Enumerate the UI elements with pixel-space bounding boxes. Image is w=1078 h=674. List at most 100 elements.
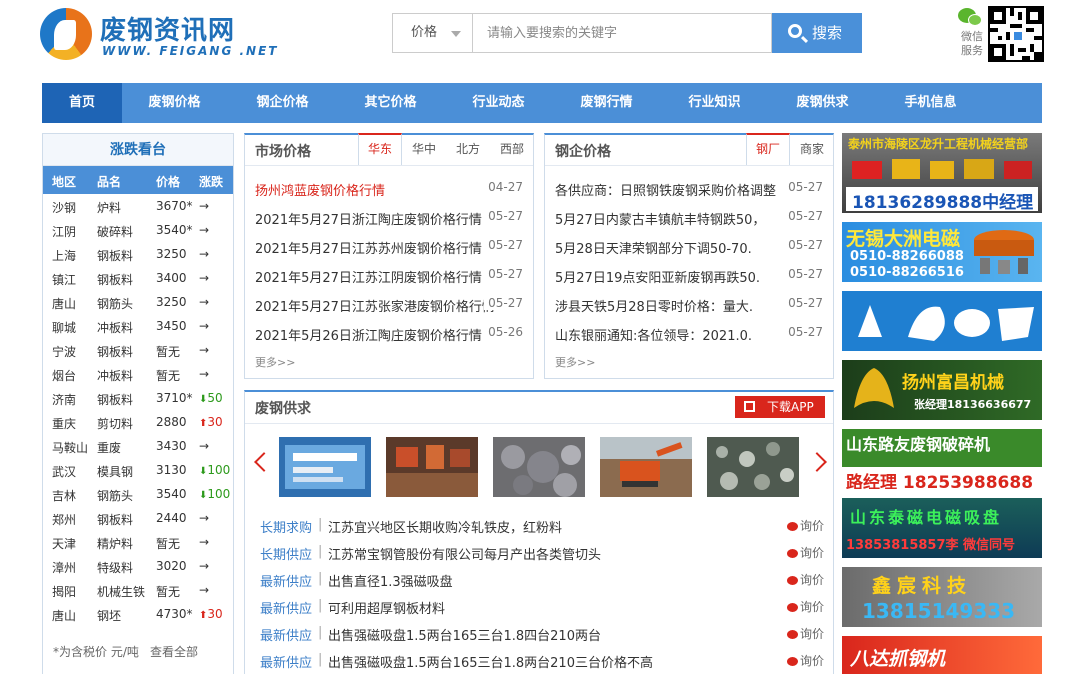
supply-row[interactable]: 长期供应 | 江苏常宝钢管股份有限公司每月产出各类管切头 询价 [260,541,824,565]
mill-news-item[interactable]: 5月27日19点安阳亚新废钢再跌50. 05-27 [555,265,823,287]
trend-row[interactable]: 吉林 钢筋头 3540 ⬇100 [43,482,233,506]
trend-row[interactable]: 济南 钢板料 3710* ⬇50 [43,386,233,410]
carousel-image[interactable] [707,437,799,497]
ad-banner-bada[interactable]: 八达抓钢机 [842,636,1042,674]
trend-name: 重废 [97,441,122,455]
tab-mills[interactable]: 钢厂 [746,133,790,165]
ad-banner-longsheng[interactable]: 泰州市海陵区龙升工程机械经营部 18136289888中经理 [842,133,1042,213]
trend-area: 唐山 [52,297,77,311]
search-button[interactable]: 搜索 [772,13,862,53]
inquiry-link[interactable]: 询价 [786,571,824,588]
ad-banner-fuchang[interactable]: 扬州富昌机械 张经理18136636677 [842,360,1042,420]
tab-central-china[interactable]: 华中 [402,135,446,165]
trend-area: 济南 [52,393,77,407]
ad-title: 山东泰磁电磁吸盘 [850,508,1003,527]
trend-row[interactable]: 天津 精炉料 暂无 → [43,530,233,554]
carousel-image[interactable] [279,437,371,497]
trend-row[interactable]: 重庆 剪切料 2880 ⬆30 [43,410,233,434]
trend-row[interactable]: 郑州 钢板料 2440 → [43,506,233,530]
ad-title: 扬州富昌机械 [902,373,1004,393]
nav-item-supply[interactable]: 废钢供求 [785,83,860,123]
news-date: 05-27 [784,209,823,223]
mill-more-link[interactable]: 更多>> [555,354,595,370]
nav-item-other-price[interactable]: 其它价格 [353,83,428,123]
tab-west[interactable]: 西部 [490,135,534,165]
ad-title: 泰州市海陵区龙升工程机械经营部 [848,137,1029,151]
trend-row[interactable]: 马鞍山 重废 3430 → [43,434,233,458]
trend-row[interactable]: 漳州 特级料 3020 → [43,554,233,578]
supply-row[interactable]: 最新供应 | 出售直径1.3强磁吸盘 询价 [260,568,824,592]
ad-banner-xinchen[interactable]: 鑫宸科技 13815149333 [842,567,1042,627]
ad-banner-grab[interactable] [842,291,1042,351]
nav-item-market[interactable]: 废钢行情 [569,83,644,123]
tab-merchants[interactable]: 商家 [790,135,834,165]
mill-news-item[interactable]: 山东银丽通知:各位领导：2021.0. 05-27 [555,323,823,345]
nav-item-mobile[interactable]: 手机信息 [893,83,968,123]
tab-north[interactable]: 北方 [446,135,490,165]
inquiry-link[interactable]: 询价 [786,625,824,642]
mill-news-item[interactable]: 5月27日内蒙古丰镇航丰特钢跌50， 05-27 [555,207,823,229]
inquiry-link[interactable]: 询价 [786,652,824,669]
market-more-link[interactable]: 更多>> [255,354,295,370]
supply-row[interactable]: 最新供应 | 出售强磁吸盘1.5两台165三台1.8两台210三台价格不高 询价 [260,649,824,673]
search-input[interactable] [472,13,772,53]
site-logo[interactable]: 废钢资讯网 WWW. FEIGANG .NET [40,6,276,66]
market-news-item[interactable]: 2021年5月26日浙江陶庄废钢价格行情 05-26 [255,323,523,345]
carousel-image[interactable] [493,437,585,497]
trend-row[interactable]: 上海 钢板料 3250 → [43,242,233,266]
trend-row[interactable]: 聊城 冲板料 3450 → [43,314,233,338]
ad-title: 鑫宸科技 [872,575,973,597]
carousel-image[interactable] [386,437,478,497]
supply-row[interactable]: 长期求购 | 江苏宜兴地区长期收购冷轧铁皮，红粉料 询价 [260,514,824,538]
nav-item-mill-price[interactable]: 钢企价格 [245,83,320,123]
mill-news-item[interactable]: 5月28日天津荣钢部分下调50-70. 05-27 [555,236,823,258]
ad-title: 无锡大洲电磁 [846,228,961,250]
market-news-item[interactable]: 2021年5月27日江苏苏州废钢价格行情 05-27 [255,236,523,258]
trend-price: 2440 [156,511,187,525]
mill-news-item[interactable]: 各供应商：日照钢铁废钢采购价格调整 05-27 [555,178,823,200]
market-news-item[interactable]: 扬州鸿蓝废钢价格行情 04-27 [255,178,523,200]
trend-name: 钢筋头 [97,297,134,311]
carousel-prev-icon[interactable] [254,452,274,472]
supply-row[interactable]: 最新供应 | 出售强磁吸盘1.5两台165三台1.8四台210两台 询价 [260,622,824,646]
inquiry-link[interactable]: 询价 [786,544,824,561]
trend-row[interactable]: 沙钢 炉料 3670* → [43,194,233,218]
trend-row[interactable]: 烟台 冲板料 暂无 → [43,362,233,386]
nav-item-industry-news[interactable]: 行业动态 [461,83,536,123]
ad-banner-luyou[interactable]: 山东路友废钢破碎机 路经理 18253988688 [842,429,1042,489]
ad-banner-taici[interactable]: 山东泰磁电磁吸盘 13853815857李 微信同号 [842,498,1042,558]
trend-row[interactable]: 揭阳 机械生铁 暂无 → [43,578,233,602]
view-all-link[interactable]: 查看全部 [150,643,198,660]
trend-name: 钢板料 [97,273,134,287]
carousel-next-icon[interactable] [807,452,827,472]
news-title: 2021年5月27日江苏江阴废钢价格行情 [255,271,482,286]
carousel-image[interactable] [600,437,692,497]
market-news-item[interactable]: 2021年5月27日江苏张家港废钢价格行情 05-27 [255,294,523,316]
col-change: 涨跌 [199,175,224,189]
download-app-button[interactable]: 下载APP [735,396,825,418]
ad-banner-dazhou[interactable]: 无锡大洲电磁 0510-88266088 0510-88266516 [842,222,1042,282]
mill-news-item[interactable]: 涉县天铁5月28日零时价格：量大. 05-27 [555,294,823,316]
trend-row[interactable]: 唐山 钢筋头 3250 → [43,290,233,314]
trend-row[interactable]: 唐山 钢坯 4730* ⬆30 [43,602,233,626]
trend-row[interactable]: 宁波 钢板料 暂无 → [43,338,233,362]
supply-row[interactable]: 最新供应 | 可利用超厚钢板材料 询价 [260,595,824,619]
tab-east-china[interactable]: 华东 [358,133,402,165]
trend-name: 炉料 [97,201,122,215]
inquiry-link[interactable]: 询价 [786,517,824,534]
inquiry-link[interactable]: 询价 [786,598,824,615]
chat-bubble-icon [786,603,798,612]
nav-item-scrap-price[interactable]: 废钢价格 [137,83,212,123]
trend-row[interactable]: 武汉 模具钢 3130 ⬇100 [43,458,233,482]
market-news-item[interactable]: 2021年5月27日江苏江阴废钢价格行情 05-27 [255,265,523,287]
trend-row[interactable]: 镇江 钢板料 3400 → [43,266,233,290]
news-title: 各供应商：日照钢铁废钢采购价格调整 [555,184,777,199]
market-news-item[interactable]: 2021年5月27日浙江陶庄废钢价格行情 05-27 [255,207,523,229]
news-title: 5月27日内蒙古丰镇航丰特钢跌50， [555,213,766,228]
wechat-service[interactable]: 微信 服务 [956,6,1046,66]
nav-item-knowledge[interactable]: 行业知识 [677,83,752,123]
nav-item-home[interactable]: 首页 [42,83,122,123]
trend-row[interactable]: 江阴 破碎料 3540* → [43,218,233,242]
search-category-select[interactable]: 价格 [392,13,472,53]
ad-phone: 18136289888中经理 [852,193,1034,213]
